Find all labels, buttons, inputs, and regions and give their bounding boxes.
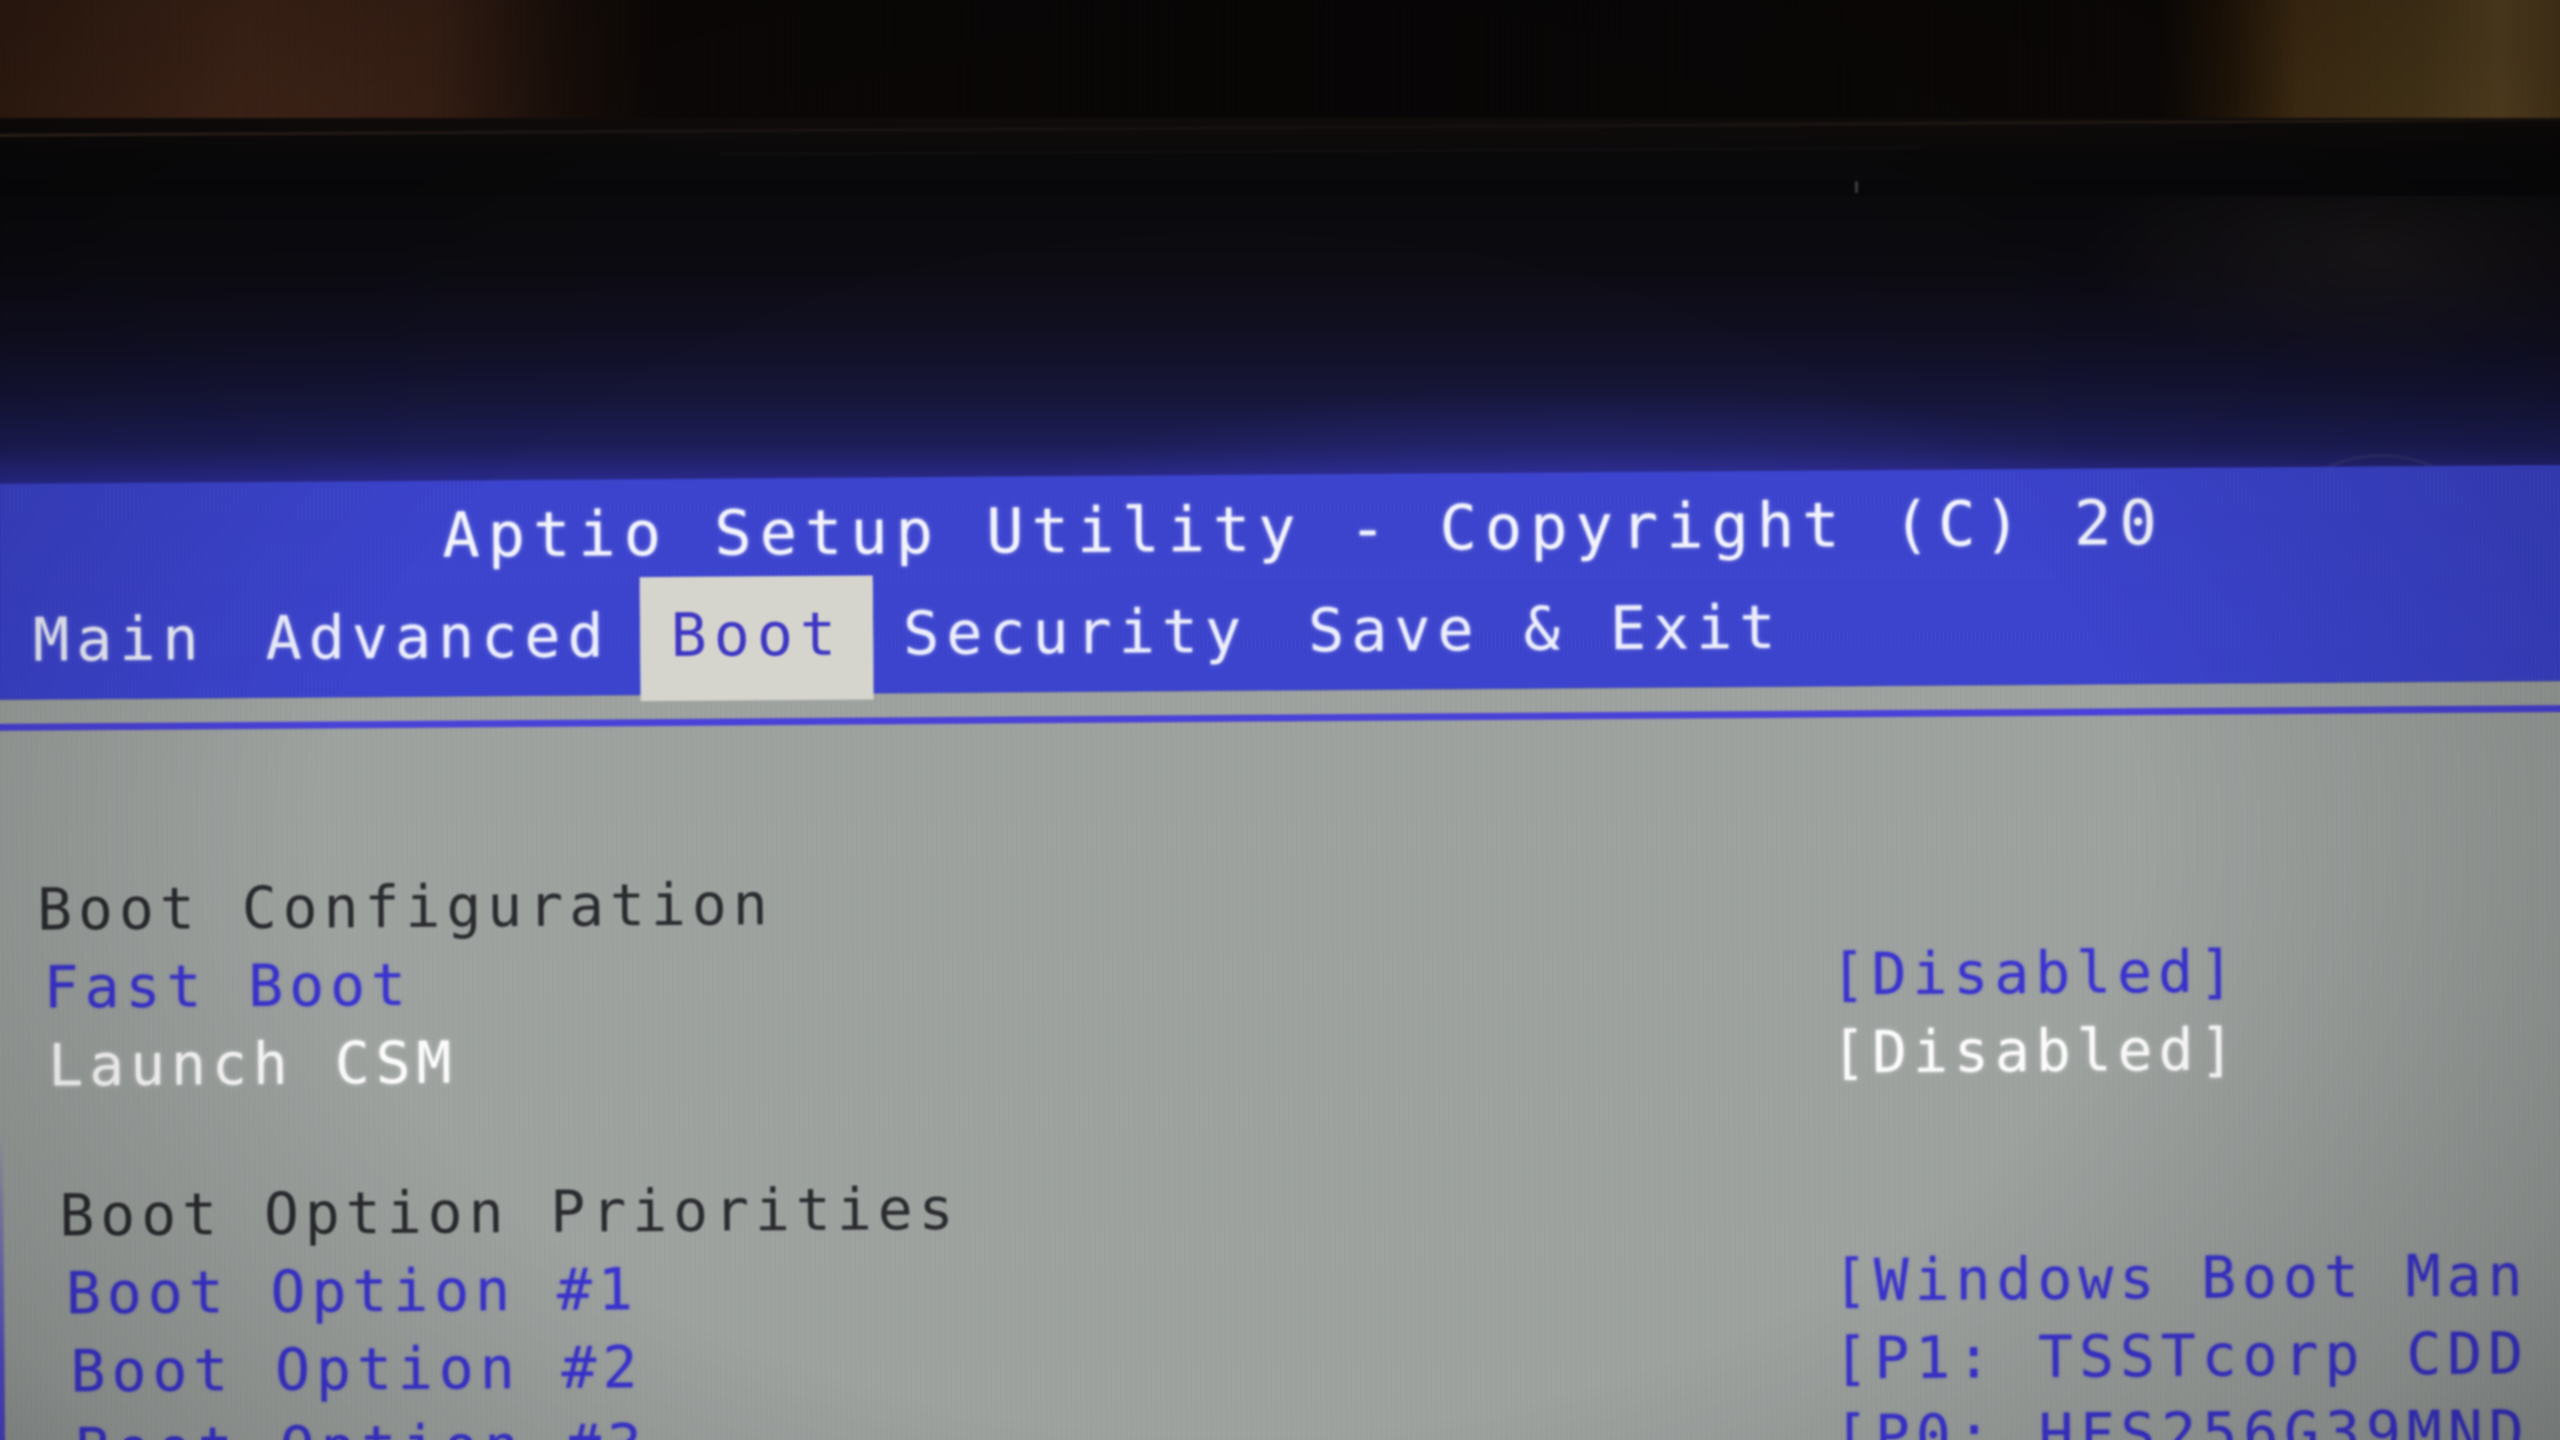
- tab-boot[interactable]: Boot: [640, 575, 874, 696]
- bios-titlebar: Aptio Setup Utility - Copyright (C) 20 M…: [0, 464, 2560, 700]
- bios-setup-screen: Aptio Setup Utility - Copyright (C) 20 M…: [0, 464, 2560, 1440]
- screen-unlit-area: [0, 196, 2560, 502]
- row-label-boot-option-1: Boot Option #1: [65, 1255, 640, 1328]
- row-value-boot-option-1[interactable]: [Windows Boot Man: [1833, 1241, 2529, 1314]
- menu-separator-rule: [0, 704, 2560, 731]
- menu-bar: Main Advanced Boot Security Save & Exit: [0, 563, 2560, 700]
- lcd-panel: Aptio Setup Utility - Copyright (C) 20 M…: [0, 196, 2560, 1440]
- photo-of-laptop-bios-screen: Aptio Setup Utility - Copyright (C) 20 M…: [0, 0, 2560, 1440]
- tab-save-and-exit[interactable]: Save & Exit: [1278, 569, 1813, 691]
- row-value-fast-boot[interactable]: [Disabled]: [1830, 937, 2240, 1008]
- tab-main[interactable]: Main: [0, 580, 236, 700]
- row-label-boot-option-2: Boot Option #2: [70, 1333, 644, 1406]
- section-heading-label: Boot Option Priorities: [59, 1174, 960, 1250]
- row-label-boot-option-3: Boot Option #3: [75, 1411, 648, 1440]
- tab-advanced[interactable]: Advanced: [235, 577, 641, 698]
- section-heading-label: Boot Configuration: [36, 870, 774, 944]
- row-value-launch-csm[interactable]: [Disabled]: [1831, 1015, 2241, 1086]
- tab-security[interactable]: Security: [873, 573, 1279, 694]
- bios-content-area: Boot Configuration Fast Boot [Disabled] …: [0, 680, 2560, 1440]
- row-value-boot-option-3[interactable]: [P0: HFS256G39MND: [1834, 1397, 2530, 1440]
- row-value-boot-option-2[interactable]: [P1: TSSTcorp CDD: [1833, 1319, 2529, 1392]
- row-label-launch-csm: Launch CSM: [48, 1028, 458, 1100]
- bezel-indicator-dot: [1855, 181, 1858, 193]
- row-label-fast-boot: Fast Boot: [43, 950, 413, 1022]
- page-title: Aptio Setup Utility - Copyright (C) 20: [442, 486, 2166, 572]
